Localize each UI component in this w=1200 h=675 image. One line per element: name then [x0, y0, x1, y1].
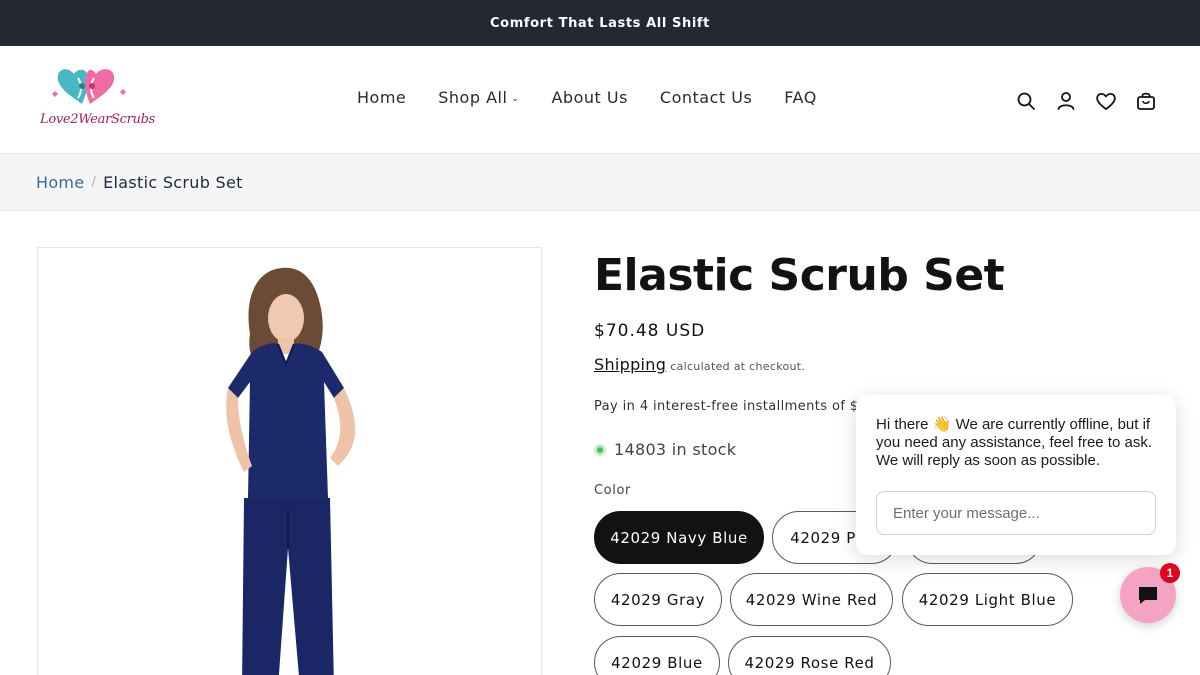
product-image	[38, 248, 541, 675]
shipping-note: calculated at checkout.	[670, 360, 806, 373]
breadcrumb-home-link[interactable]: Home	[36, 173, 84, 192]
waving-hand-icon: 👋	[932, 416, 952, 433]
chat-message-input[interactable]	[876, 491, 1156, 535]
shipping-link[interactable]: Shipping	[594, 355, 666, 374]
color-option-light-blue[interactable]: 42029 Light Blue	[902, 573, 1073, 626]
installments-text: Pay in 4 interest-free installments of $…	[594, 399, 876, 414]
chat-greeting: Hi there 👋 We are currently offline, but…	[876, 416, 1166, 470]
account-icon[interactable]	[1055, 90, 1077, 112]
nav-faq[interactable]: FAQ	[784, 88, 817, 107]
product-image-frame[interactable]	[37, 247, 542, 675]
breadcrumb-current: Elastic Scrub Set	[103, 172, 243, 192]
breadcrumb-separator: /	[91, 174, 97, 190]
stock-status: 14803 in stock	[594, 440, 736, 459]
product-title: Elastic Scrub Set	[594, 250, 1005, 301]
wishlist-heart-icon[interactable]	[1095, 90, 1117, 112]
color-option-rose-red[interactable]: 42029 Rose Red	[728, 636, 891, 675]
announcement-bar: Comfort That Lasts All Shift	[0, 0, 1200, 46]
nav-shop-all-label: Shop All	[438, 88, 508, 107]
site-header: Love2WearScrubs Home Shop All ⌄ About Us …	[0, 46, 1200, 154]
nav-home[interactable]: Home	[357, 88, 406, 107]
chevron-down-icon: ⌄	[511, 94, 520, 104]
logo-text: Love2WearScrubs	[40, 112, 155, 127]
search-icon[interactable]	[1015, 90, 1037, 112]
nav-shop-all[interactable]: Shop All ⌄	[438, 88, 519, 107]
stock-count: 14803 in stock	[614, 440, 737, 459]
logo-hearts-icon	[52, 69, 126, 104]
cart-icon[interactable]	[1135, 90, 1157, 112]
color-option-wine-red[interactable]: 42029 Wine Red	[730, 573, 893, 626]
shipping-info: Shipping calculated at checkout.	[594, 355, 805, 374]
brand-logo[interactable]: Love2WearScrubs	[38, 64, 155, 136]
nav-about-us[interactable]: About Us	[551, 88, 627, 107]
breadcrumb: Home / Elastic Scrub Set	[0, 154, 1200, 211]
color-option-blue[interactable]: 42029 Blue	[594, 636, 720, 675]
nav-contact-us[interactable]: Contact Us	[660, 88, 752, 107]
main-nav: Home Shop All ⌄ About Us Contact Us FAQ	[357, 88, 817, 107]
product-price: $70.48 USD	[594, 321, 706, 341]
chat-popup: Hi there 👋 We are currently offline, but…	[856, 395, 1176, 555]
color-option-navy-blue[interactable]: 42029 Navy Blue	[594, 511, 764, 564]
color-option-gray[interactable]: 42029 Gray	[594, 573, 722, 626]
in-stock-dot-icon	[594, 443, 606, 456]
announcement-text: Comfort That Lasts All Shift	[490, 15, 710, 31]
chat-greeting-prefix: Hi there	[876, 416, 929, 433]
chat-unread-badge: 1	[1160, 563, 1180, 583]
color-label: Color	[594, 483, 631, 498]
chat-bubble-icon	[1139, 587, 1157, 604]
